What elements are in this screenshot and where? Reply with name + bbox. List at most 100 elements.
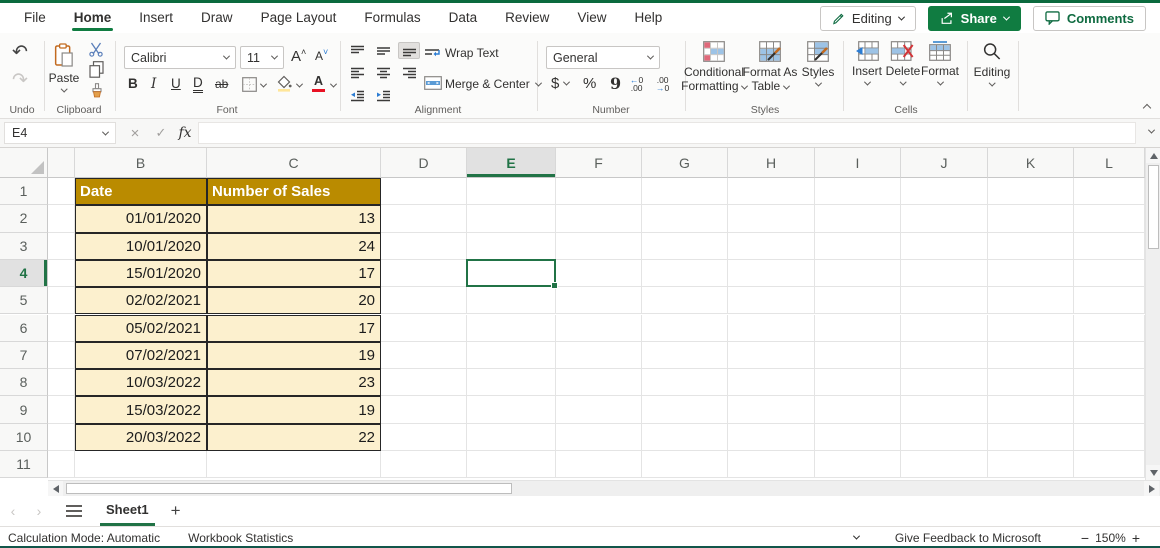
cell-E11[interactable] <box>467 451 556 478</box>
cell-E3[interactable] <box>467 233 556 260</box>
fill-color-dropdown[interactable] <box>296 81 303 88</box>
cell-F9[interactable] <box>556 396 642 423</box>
status-options-chevron[interactable] <box>853 533 860 540</box>
column-header-H[interactable]: H <box>728 148 815 178</box>
cell-B3[interactable]: 10/01/2020 <box>75 233 207 260</box>
column-header-J[interactable]: J <box>901 148 988 178</box>
cell-G3[interactable] <box>642 233 728 260</box>
cell-G1[interactable] <box>642 178 728 205</box>
cell-F5[interactable] <box>556 287 642 314</box>
decrease-decimal-button[interactable]: .00→0 <box>656 76 669 92</box>
cell-H4[interactable] <box>728 260 815 287</box>
cell-A1[interactable] <box>48 178 75 205</box>
currency-format-button[interactable]: $ <box>551 75 569 92</box>
cell-K1[interactable] <box>988 178 1074 205</box>
vertical-scrollbar[interactable] <box>1145 148 1160 480</box>
comments-button[interactable]: Comments <box>1033 6 1146 31</box>
cell-F7[interactable] <box>556 342 642 369</box>
copy-button[interactable] <box>89 61 104 78</box>
menu-data[interactable]: Data <box>435 3 492 33</box>
cell-D3[interactable] <box>381 233 467 260</box>
cell-D1[interactable] <box>381 178 467 205</box>
cell-K3[interactable] <box>988 233 1074 260</box>
cell-J6[interactable] <box>901 315 988 342</box>
cell-C4[interactable]: 17 <box>207 260 381 287</box>
cell-K9[interactable] <box>988 396 1074 423</box>
column-header-A[interactable] <box>48 148 75 178</box>
editing-mode-button[interactable]: Editing <box>820 6 916 31</box>
row-header-10[interactable]: 10 <box>0 424 48 451</box>
cell-F11[interactable] <box>556 451 642 478</box>
scroll-left-button[interactable] <box>48 481 63 496</box>
cell-D4[interactable] <box>381 260 467 287</box>
cell-J4[interactable] <box>901 260 988 287</box>
column-header-K[interactable]: K <box>988 148 1074 178</box>
bold-button[interactable]: B <box>128 76 138 91</box>
cancel-icon[interactable]: × <box>124 122 146 144</box>
previous-sheet-button[interactable]: ‹ <box>0 503 26 519</box>
expand-formula-bar-button[interactable] <box>1148 127 1155 134</box>
menu-formulas[interactable]: Formulas <box>350 3 434 33</box>
cell-D9[interactable] <box>381 396 467 423</box>
undo-button[interactable]: ↶ <box>12 41 28 64</box>
menu-page-layout[interactable]: Page Layout <box>247 3 351 33</box>
row-header-8[interactable]: 8 <box>0 369 48 396</box>
column-header-F[interactable]: F <box>556 148 642 178</box>
increase-indent-button[interactable] <box>372 88 394 105</box>
cell-I11[interactable] <box>815 451 901 478</box>
column-header-B[interactable]: B <box>75 148 207 178</box>
sheet-tab-sheet1[interactable]: Sheet1 <box>100 496 155 526</box>
cell-J11[interactable] <box>901 451 988 478</box>
cell-H9[interactable] <box>728 396 815 423</box>
cell-F6[interactable] <box>556 315 642 342</box>
cell-L10[interactable] <box>1074 424 1145 451</box>
font-color-button[interactable]: A <box>312 75 325 92</box>
cell-C11[interactable] <box>207 451 381 478</box>
formula-input[interactable] <box>198 122 1136 144</box>
menu-view[interactable]: View <box>563 3 620 33</box>
paste-button[interactable]: Paste <box>49 43 80 93</box>
cell-L5[interactable] <box>1074 287 1145 314</box>
cell-F4[interactable] <box>556 260 642 287</box>
align-left-button[interactable] <box>346 65 368 82</box>
increase-font-size-button[interactable]: A˄ <box>291 47 306 65</box>
calculation-mode[interactable]: Calculation Mode: Automatic <box>8 531 160 545</box>
cut-button[interactable] <box>88 41 104 57</box>
cell-K11[interactable] <box>988 451 1074 478</box>
zoom-level[interactable]: 150% <box>1095 531 1126 545</box>
cell-E5[interactable] <box>467 287 556 314</box>
merge-center-button[interactable]: Merge & Center <box>445 77 541 91</box>
insert-cells-button[interactable]: Insert <box>852 41 882 86</box>
double-underline-button[interactable]: D <box>193 75 203 93</box>
cell-H1[interactable] <box>728 178 815 205</box>
workbook-statistics[interactable]: Workbook Statistics <box>188 531 293 545</box>
cell-G9[interactable] <box>642 396 728 423</box>
cell-A3[interactable] <box>48 233 75 260</box>
cell-E8[interactable] <box>467 369 556 396</box>
cell-K10[interactable] <box>988 424 1074 451</box>
row-header-2[interactable]: 2 <box>0 205 48 232</box>
cell-L1[interactable] <box>1074 178 1145 205</box>
align-bottom-button[interactable] <box>398 42 420 59</box>
cell-B1[interactable]: Date <box>75 178 207 205</box>
zoom-out-button[interactable]: − <box>1075 530 1095 546</box>
zoom-in-button[interactable]: + <box>1126 530 1146 546</box>
horizontal-scrollbar-thumb[interactable] <box>66 483 512 494</box>
cell-E1[interactable] <box>467 178 556 205</box>
cell-C9[interactable]: 19 <box>207 396 381 423</box>
wrap-text-button[interactable]: Wrap Text <box>445 46 499 60</box>
menu-insert[interactable]: Insert <box>125 3 187 33</box>
add-sheet-button[interactable]: + <box>171 501 181 521</box>
cell-E9[interactable] <box>467 396 556 423</box>
cell-E6[interactable] <box>467 315 556 342</box>
cell-J1[interactable] <box>901 178 988 205</box>
cell-A7[interactable] <box>48 342 75 369</box>
cell-D5[interactable] <box>381 287 467 314</box>
select-all-corner[interactable] <box>0 148 48 178</box>
cell-styles-button[interactable]: Styles <box>795 41 841 87</box>
cell-J3[interactable] <box>901 233 988 260</box>
cell-B10[interactable]: 20/03/2022 <box>75 424 207 451</box>
cell-A9[interactable] <box>48 396 75 423</box>
column-header-G[interactable]: G <box>642 148 728 178</box>
cell-D2[interactable] <box>381 205 467 232</box>
